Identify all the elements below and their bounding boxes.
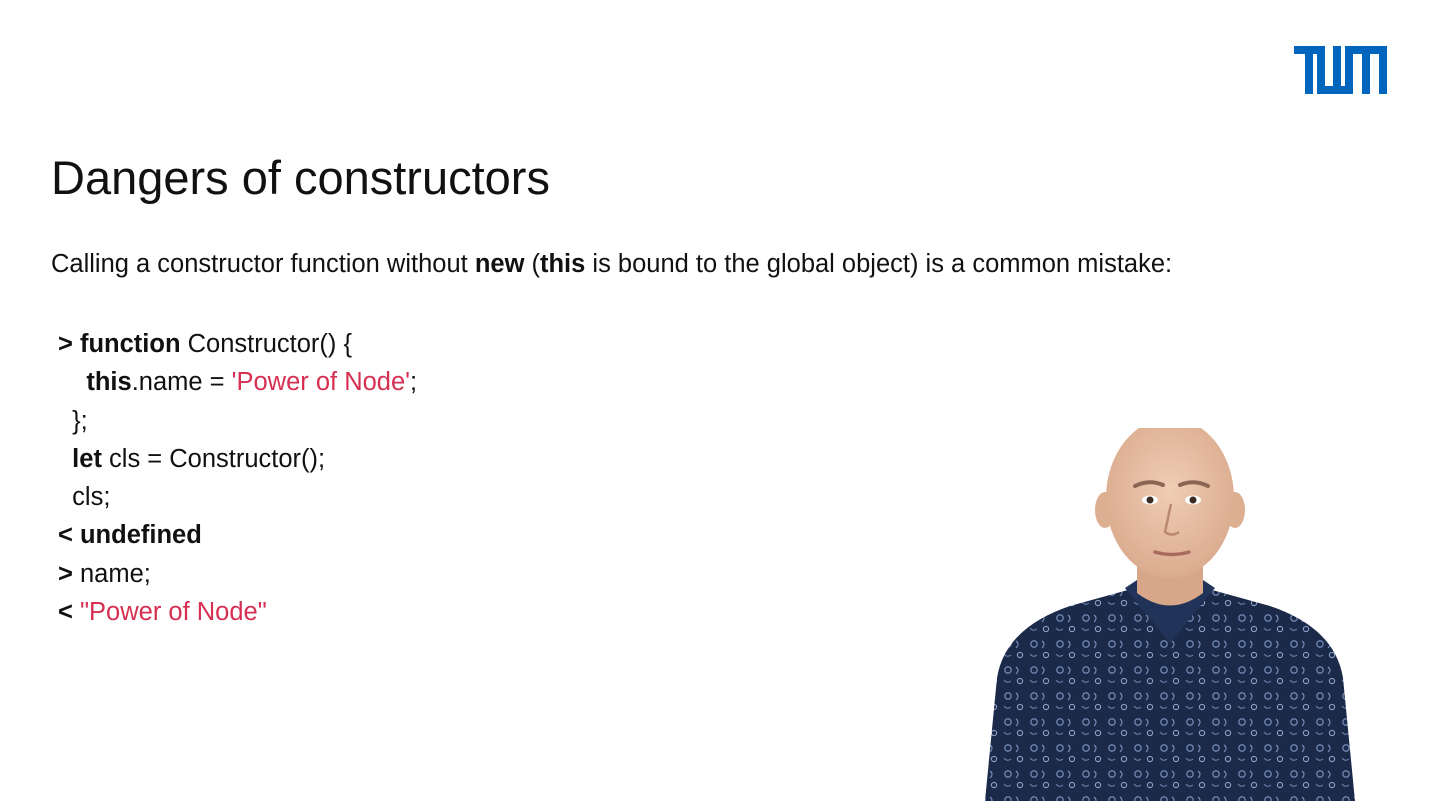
keyword-this: this: [539, 250, 586, 278]
prompt-output: <: [58, 598, 80, 627]
code-text: .name =: [131, 368, 232, 397]
code-text: cls = Constructor();: [101, 444, 326, 473]
code-text: name;: [79, 559, 151, 588]
code-line-8: < "Power of Node": [58, 593, 417, 631]
string-result: "Power of Node": [79, 598, 267, 627]
code-line-3: };: [58, 406, 88, 435]
intro-part-3: is bound to the global object) is a comm…: [585, 250, 1173, 278]
code-block: > function Constructor() { this.name = '…: [58, 325, 417, 631]
code-line-6: < undefined: [58, 521, 202, 550]
prompt-input: >: [58, 330, 80, 358]
intro-text: Calling a constructor function without n…: [51, 250, 1172, 279]
prompt-input: >: [58, 559, 80, 588]
tum-logo: [1294, 46, 1387, 94]
code-text: ;: [410, 368, 418, 397]
code-text: Constructor() {: [180, 330, 353, 358]
keyword-let: let: [72, 444, 102, 473]
code-line-4: let cls = Constructor();: [58, 440, 417, 478]
intro-part-2: (: [524, 250, 540, 278]
keyword-this: this: [86, 368, 132, 397]
presenter-video: [985, 428, 1355, 801]
code-line-1: > function Constructor() {: [58, 325, 417, 363]
keyword-function: function: [79, 330, 181, 358]
code-line-7: > name;: [58, 555, 417, 593]
string-literal: 'Power of Node': [231, 368, 411, 397]
intro-part-1: Calling a constructor function without: [51, 250, 475, 278]
code-line-2: this.name = 'Power of Node';: [58, 363, 417, 401]
code-line-5: cls;: [58, 483, 111, 512]
keyword-new: new: [474, 250, 525, 278]
slide-title: Dangers of constructors: [51, 151, 550, 204]
